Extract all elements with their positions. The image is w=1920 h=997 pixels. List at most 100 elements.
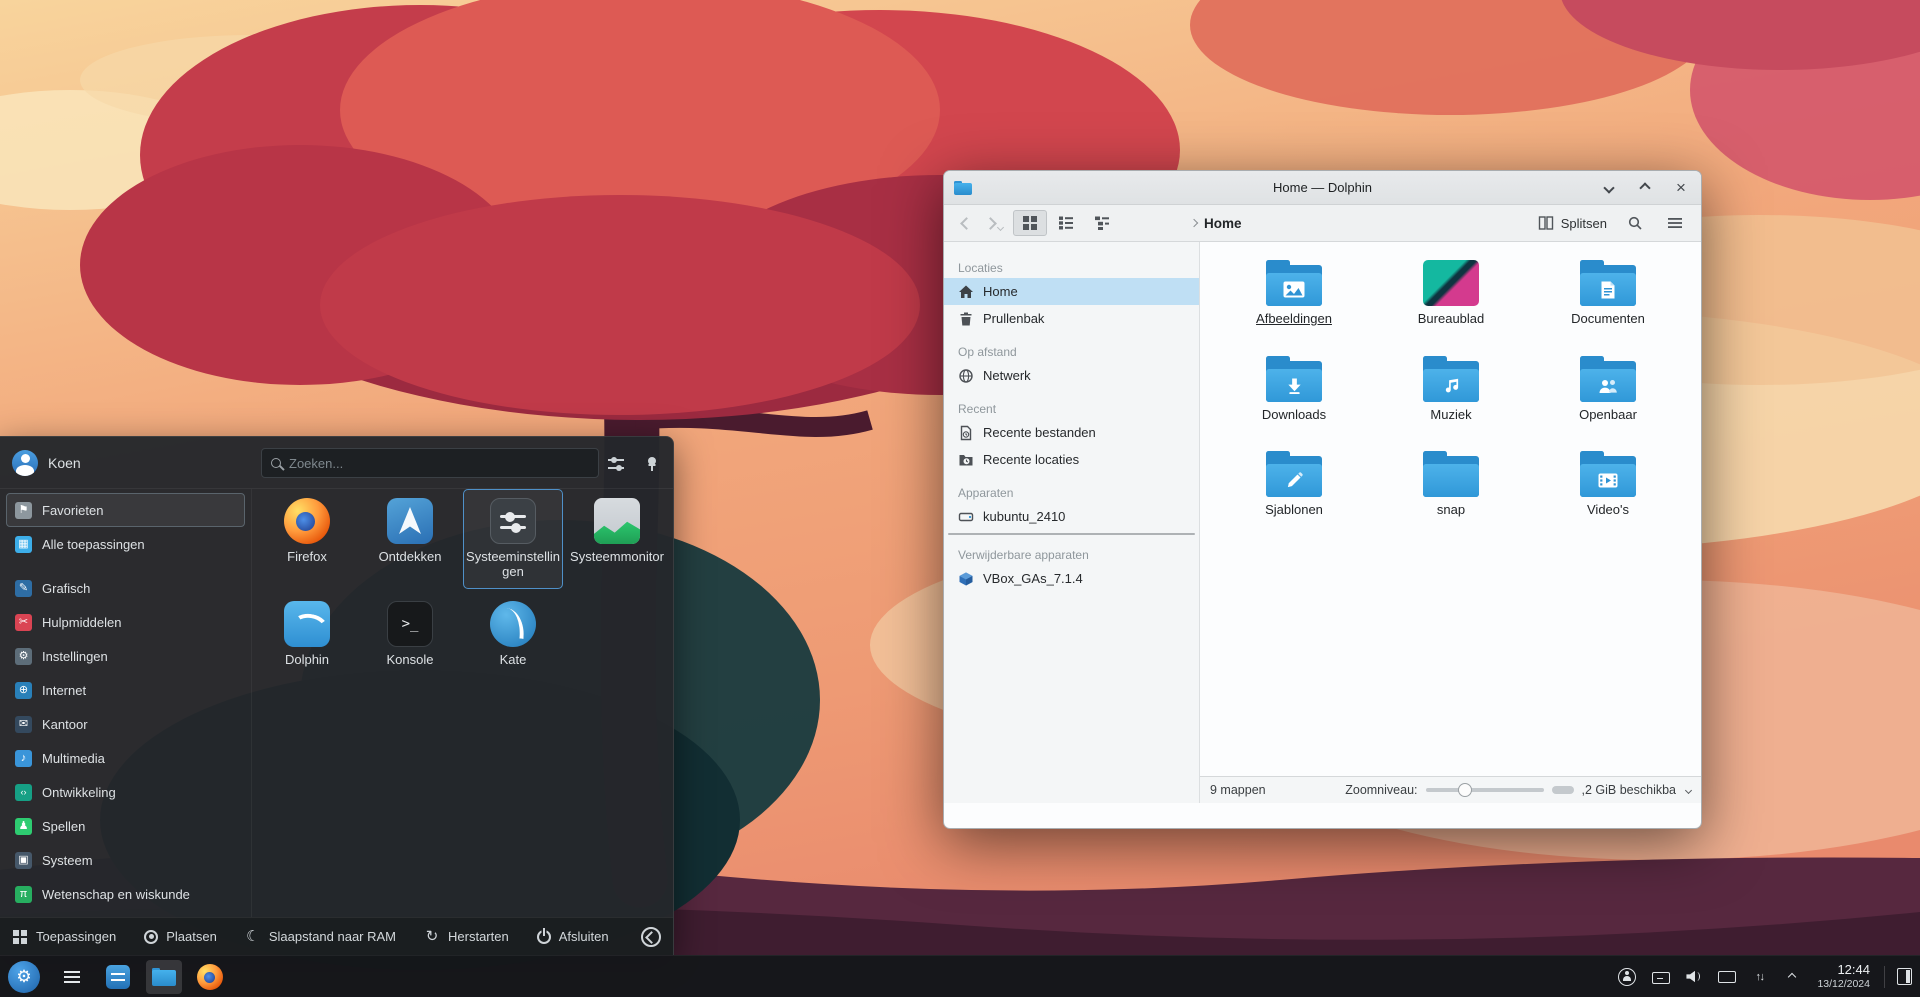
close-button[interactable]: ×: [1671, 178, 1691, 198]
place-item-recente-locaties[interactable]: Recente locaties: [944, 446, 1199, 473]
folder-tile-muziek[interactable]: Muziek: [1381, 356, 1521, 422]
accessibility-icon[interactable]: [1618, 967, 1637, 986]
breadcrumb-home[interactable]: Home: [1204, 216, 1242, 231]
details-view-button[interactable]: [1049, 210, 1083, 236]
display-icon[interactable]: [1717, 968, 1737, 986]
blue-app-icon: [106, 964, 130, 989]
leave-icon[interactable]: [641, 926, 661, 947]
tray-expander-chevron-icon[interactable]: [1783, 968, 1801, 986]
back-button[interactable]: [954, 211, 978, 235]
dolphin-icon: [284, 601, 330, 647]
recent-locations-icon: [958, 452, 974, 468]
breadcrumb[interactable]: Home: [1189, 216, 1242, 231]
sidebar-item-instellingen[interactable]: Instellingen: [6, 639, 245, 673]
applications-tab[interactable]: Toepassingen: [12, 929, 116, 945]
kate-icon: [490, 601, 536, 647]
place-item-home[interactable]: Home: [944, 278, 1199, 305]
sidebar-item-internet[interactable]: Internet: [6, 673, 245, 707]
user-avatar[interactable]: [12, 449, 38, 476]
app-tile-kate[interactable]: Kate: [463, 592, 563, 692]
folder-tile-sjablonen[interactable]: Sjablonen: [1224, 451, 1364, 517]
folder-tile-documenten[interactable]: Documenten: [1538, 260, 1678, 326]
place-item-kubuntu-2410[interactable]: kubuntu_2410: [944, 503, 1199, 530]
app-tile-systeemmonitor[interactable]: Systeemmonitor: [567, 489, 667, 589]
place-item-netwerk[interactable]: Netwerk: [944, 362, 1199, 389]
task-icon-dolphin[interactable]: [146, 959, 182, 994]
sidebar-item-systeem[interactable]: Systeem: [6, 843, 245, 877]
menu-button[interactable]: [1663, 211, 1687, 235]
maximize-button[interactable]: [1635, 178, 1655, 198]
sidebar-item-wetenschap[interactable]: Wetenschap en wiskunde: [6, 877, 245, 911]
folder-tile-openbaar[interactable]: Openbaar: [1538, 356, 1678, 422]
zoom-slider-handle[interactable]: [1457, 783, 1472, 797]
show-desktop-button[interactable]: [1897, 968, 1912, 985]
folder-tile-afbeeldingen[interactable]: Afbeeldingen: [1224, 260, 1364, 326]
network-icon[interactable]: ↑↓: [1750, 968, 1768, 986]
settings-icon: [15, 647, 32, 665]
sidebar-item-alle-toepassingen[interactable]: Alle toepassingen: [6, 527, 245, 561]
icons-view-button[interactable]: [1013, 210, 1047, 236]
place-item-recente-bestanden[interactable]: Recente bestanden: [944, 419, 1199, 446]
places-header-locaties: Locaties: [958, 261, 1003, 275]
favorites-icon: [15, 501, 32, 519]
app-tile-systeeminstellingen[interactable]: Systeeminstellingen: [463, 489, 563, 589]
window-titlebar[interactable]: Home — Dolphin ×: [944, 171, 1701, 205]
folder-view[interactable]: Afbeeldingen Bureaublad Documenten Downl…: [1200, 242, 1701, 776]
pin-icon[interactable]: [640, 452, 664, 476]
all-apps-icon: [15, 535, 32, 553]
folder-tile-downloads[interactable]: Downloads: [1224, 356, 1364, 422]
sidebar-item-spellen[interactable]: Spellen: [6, 809, 245, 843]
app-launcher-button[interactable]: ⚙: [8, 960, 40, 993]
minimize-button[interactable]: [1599, 178, 1619, 198]
places-panel: Locaties Home Prullenbak Op afstand Netw…: [944, 242, 1200, 803]
folder-tile-snap[interactable]: snap: [1381, 451, 1521, 517]
sidebar-item-grafisch[interactable]: Grafisch: [6, 571, 245, 605]
search-field[interactable]: [261, 448, 599, 478]
search-button[interactable]: [1623, 211, 1647, 235]
app-tile-ontdekken[interactable]: Ontdekken: [360, 489, 460, 589]
sleep-button[interactable]: ☾ Slaapstand naar RAM: [245, 929, 396, 945]
place-item-vbox-gas[interactable]: VBox_GAs_7.1.4: [944, 565, 1199, 592]
places-header-apparaten: Apparaten: [958, 486, 1014, 500]
launcher-footer: Toepassingen Plaatsen ☾ Slaapstand naar R…: [0, 917, 673, 955]
shutdown-button[interactable]: Afsluiten: [536, 927, 609, 944]
folder-tile-bureaublad[interactable]: Bureaublad: [1381, 260, 1521, 326]
hamburger-icon: [1668, 218, 1682, 228]
app-tile-konsole[interactable]: >_ Konsole: [360, 592, 460, 692]
app-tile-dolphin[interactable]: Dolphin: [257, 592, 357, 692]
keyboard-layout-icon[interactable]: [1651, 968, 1671, 986]
graphics-icon: [15, 579, 32, 597]
places-tab[interactable]: Plaatsen: [144, 929, 217, 944]
history-dropdown-icon[interactable]: [996, 218, 1005, 233]
volume-icon[interactable]: [1684, 968, 1702, 986]
system-tray: ↑↓: [1618, 967, 1801, 986]
zoom-slider[interactable]: [1425, 783, 1544, 797]
tree-view-button[interactable]: [1085, 210, 1119, 236]
task-icon-firefox[interactable]: [192, 960, 228, 994]
free-space-chevron-icon[interactable]: [1684, 782, 1693, 796]
window-title: Home — Dolphin: [1273, 180, 1372, 195]
folder-documents-icon: [1580, 260, 1636, 306]
launcher-body: Favorieten Alle toepassingen Grafisch Hu…: [0, 489, 673, 918]
sidebar-item-favorieten[interactable]: Favorieten: [6, 493, 245, 527]
place-item-prullenbak[interactable]: Prullenbak: [944, 305, 1199, 332]
multimedia-icon: [15, 749, 32, 767]
tree-view-icon: [1095, 216, 1109, 230]
folder-tile-videos[interactable]: Video's: [1538, 451, 1678, 517]
sidebar-item-kantoor[interactable]: Kantoor: [6, 707, 245, 741]
power-icon: [536, 927, 551, 944]
task-icon-tasklist[interactable]: [54, 960, 90, 994]
sidebar-item-hulpmiddelen[interactable]: Hulpmiddelen: [6, 605, 245, 639]
search-input[interactable]: [289, 455, 589, 471]
split-button[interactable]: Splitsen: [1538, 215, 1607, 231]
sidebar-item-multimedia[interactable]: Multimedia: [6, 741, 245, 775]
favorites-grid: Firefox Ontdekken Systeeminstellingen Sy…: [252, 489, 673, 918]
restart-button[interactable]: ↻ Herstarten: [424, 929, 509, 945]
sidebar-item-ontwikkeling[interactable]: Ontwikkeling: [6, 775, 245, 809]
configure-icon[interactable]: [604, 452, 628, 476]
user-name: Koen: [48, 454, 81, 471]
app-tile-firefox[interactable]: Firefox: [257, 489, 357, 589]
digital-clock[interactable]: 12:44 13/12/2024: [1817, 962, 1870, 990]
task-icon-settings-app[interactable]: [100, 960, 136, 994]
launcher-sidebar: Favorieten Alle toepassingen Grafisch Hu…: [0, 489, 252, 918]
